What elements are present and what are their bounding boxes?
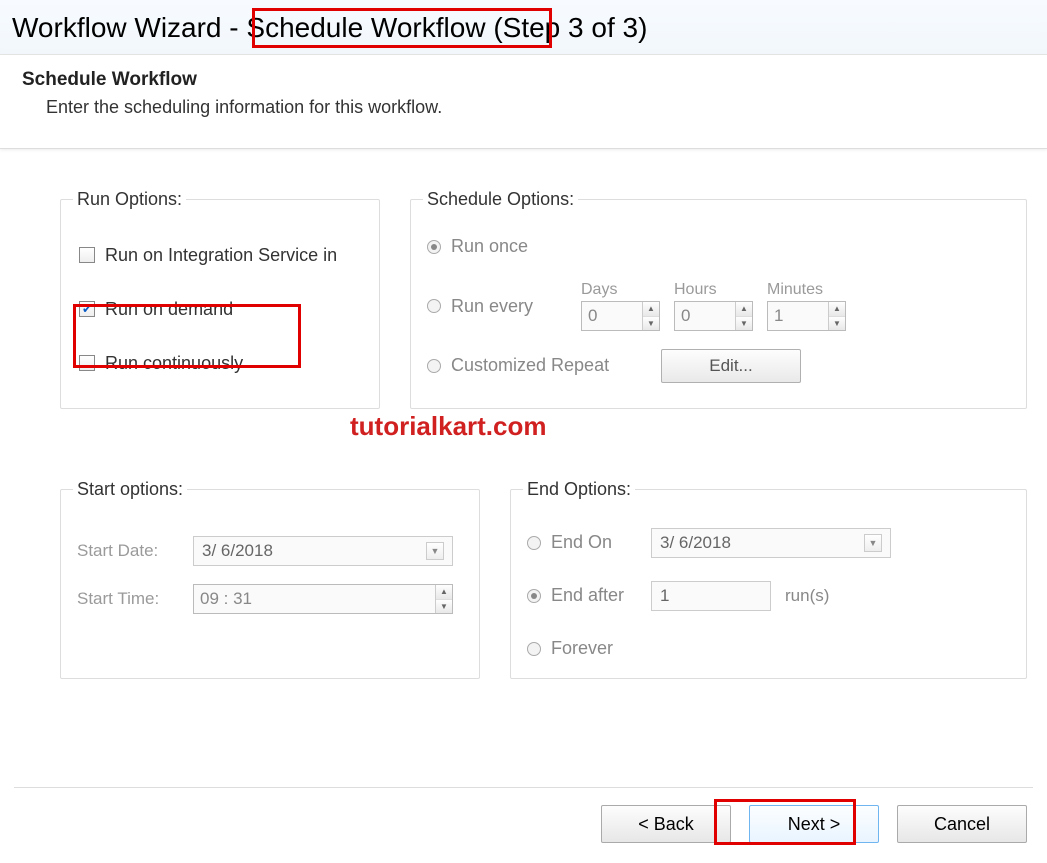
end-after-input[interactable]: 1 bbox=[651, 581, 771, 611]
spin-buttons[interactable]: ▲▼ bbox=[828, 302, 845, 330]
checkbox-label: Run on Integration Service in bbox=[105, 245, 337, 266]
next-button[interactable]: Next > bbox=[749, 805, 879, 843]
radio-icon bbox=[527, 589, 541, 603]
back-button[interactable]: < Back bbox=[601, 805, 731, 843]
radio-run-once[interactable]: Run once bbox=[427, 236, 528, 257]
spin-up-icon[interactable]: ▲ bbox=[829, 302, 845, 317]
minutes-input[interactable] bbox=[768, 302, 828, 330]
schedule-options-group: Schedule Options: Run once Run every bbox=[410, 189, 1027, 409]
radio-forever[interactable]: Forever bbox=[527, 638, 637, 659]
days-label: Days bbox=[581, 281, 617, 299]
spin-down-icon[interactable]: ▼ bbox=[643, 317, 659, 331]
end-on-date-picker[interactable]: 3/ 6/2018 ▼ bbox=[651, 528, 891, 558]
days-input[interactable] bbox=[582, 302, 642, 330]
hours-label: Hours bbox=[674, 281, 717, 299]
hours-input[interactable] bbox=[675, 302, 735, 330]
start-options-legend: Start options: bbox=[73, 479, 187, 500]
radio-customized-repeat[interactable]: Customized Repeat bbox=[427, 355, 647, 376]
dropdown-arrow-icon[interactable]: ▼ bbox=[426, 542, 444, 560]
end-options-legend: End Options: bbox=[523, 479, 635, 500]
radio-icon bbox=[427, 359, 441, 373]
run-options-group: Run Options: Run on Integration Service … bbox=[60, 189, 380, 409]
spin-up-icon[interactable]: ▲ bbox=[736, 302, 752, 317]
radio-label: Forever bbox=[551, 638, 613, 659]
cancel-button[interactable]: Cancel bbox=[897, 805, 1027, 843]
header-subtitle: Enter the scheduling information for thi… bbox=[22, 97, 1025, 118]
radio-icon bbox=[427, 240, 441, 254]
start-options-group: Start options: Start Date: 3/ 6/2018 ▼ S… bbox=[60, 479, 480, 679]
end-after-unit: run(s) bbox=[785, 586, 829, 606]
spin-buttons[interactable]: ▲▼ bbox=[435, 585, 452, 613]
radio-label: Run once bbox=[451, 236, 528, 257]
minutes-spin-group: Minutes ▲▼ bbox=[767, 281, 846, 331]
start-date-label: Start Date: bbox=[77, 541, 177, 561]
checkbox-icon bbox=[79, 247, 95, 263]
spin-down-icon[interactable]: ▼ bbox=[829, 317, 845, 331]
start-date-picker[interactable]: 3/ 6/2018 ▼ bbox=[193, 536, 453, 566]
checkbox-run-on-demand[interactable]: ✔ Run on demand bbox=[77, 293, 363, 326]
minutes-label: Minutes bbox=[767, 281, 823, 299]
spin-buttons[interactable]: ▲▼ bbox=[642, 302, 659, 330]
wizard-footer: < Back Next > Cancel bbox=[601, 805, 1027, 843]
spin-up-icon[interactable]: ▲ bbox=[436, 585, 452, 600]
radio-icon bbox=[527, 642, 541, 656]
radio-icon bbox=[427, 299, 441, 313]
checkbox-run-integration[interactable]: Run on Integration Service in bbox=[77, 239, 363, 272]
run-options-legend: Run Options: bbox=[73, 189, 186, 210]
end-options-group: End Options: End On 3/ 6/2018 ▼ bbox=[510, 479, 1027, 679]
wizard-header: Schedule Workflow Enter the scheduling i… bbox=[0, 55, 1047, 149]
radio-end-on[interactable]: End On bbox=[527, 532, 637, 553]
radio-label: Customized Repeat bbox=[451, 355, 609, 376]
end-after-value: 1 bbox=[660, 586, 669, 606]
checkbox-label: Run on demand bbox=[105, 299, 233, 320]
dropdown-arrow-icon[interactable]: ▼ bbox=[864, 534, 882, 552]
spin-buttons[interactable]: ▲▼ bbox=[735, 302, 752, 330]
radio-run-every[interactable]: Run every bbox=[427, 296, 567, 317]
spin-down-icon[interactable]: ▼ bbox=[736, 317, 752, 331]
spin-up-icon[interactable]: ▲ bbox=[643, 302, 659, 317]
days-spin-group: Days ▲▼ bbox=[581, 281, 660, 331]
checkbox-label: Run continuously bbox=[105, 353, 243, 374]
spin-down-icon[interactable]: ▼ bbox=[436, 600, 452, 614]
wizard-body: Run Options: Run on Integration Service … bbox=[0, 149, 1047, 699]
wizard-window: Workflow Wizard - Schedule Workflow (Ste… bbox=[0, 0, 1047, 863]
start-time-input[interactable] bbox=[194, 585, 435, 613]
checkbox-run-continuously[interactable]: Run continuously bbox=[77, 347, 363, 380]
hours-spin-group: Hours ▲▼ bbox=[674, 281, 753, 331]
start-date-value: 3/ 6/2018 bbox=[202, 541, 273, 561]
radio-label: End after bbox=[551, 585, 624, 606]
start-time-label: Start Time: bbox=[77, 589, 177, 609]
checkbox-icon: ✔ bbox=[79, 301, 95, 317]
end-on-date-value: 3/ 6/2018 bbox=[660, 533, 731, 553]
minutes-spinbox[interactable]: ▲▼ bbox=[767, 301, 846, 331]
start-time-spinbox[interactable]: ▲▼ bbox=[193, 584, 453, 614]
edit-button[interactable]: Edit... bbox=[661, 349, 801, 383]
radio-label: End On bbox=[551, 532, 612, 553]
radio-end-after[interactable]: End after bbox=[527, 585, 637, 606]
footer-divider bbox=[14, 787, 1033, 788]
radio-label: Run every bbox=[451, 296, 533, 317]
schedule-options-legend: Schedule Options: bbox=[423, 189, 578, 210]
radio-icon bbox=[527, 536, 541, 550]
checkbox-icon bbox=[79, 355, 95, 371]
days-spinbox[interactable]: ▲▼ bbox=[581, 301, 660, 331]
header-title: Schedule Workflow bbox=[22, 69, 1025, 91]
window-title: Workflow Wizard - Schedule Workflow (Ste… bbox=[0, 0, 1047, 55]
hours-spinbox[interactable]: ▲▼ bbox=[674, 301, 753, 331]
watermark-text: tutorialkart.com bbox=[350, 411, 547, 442]
